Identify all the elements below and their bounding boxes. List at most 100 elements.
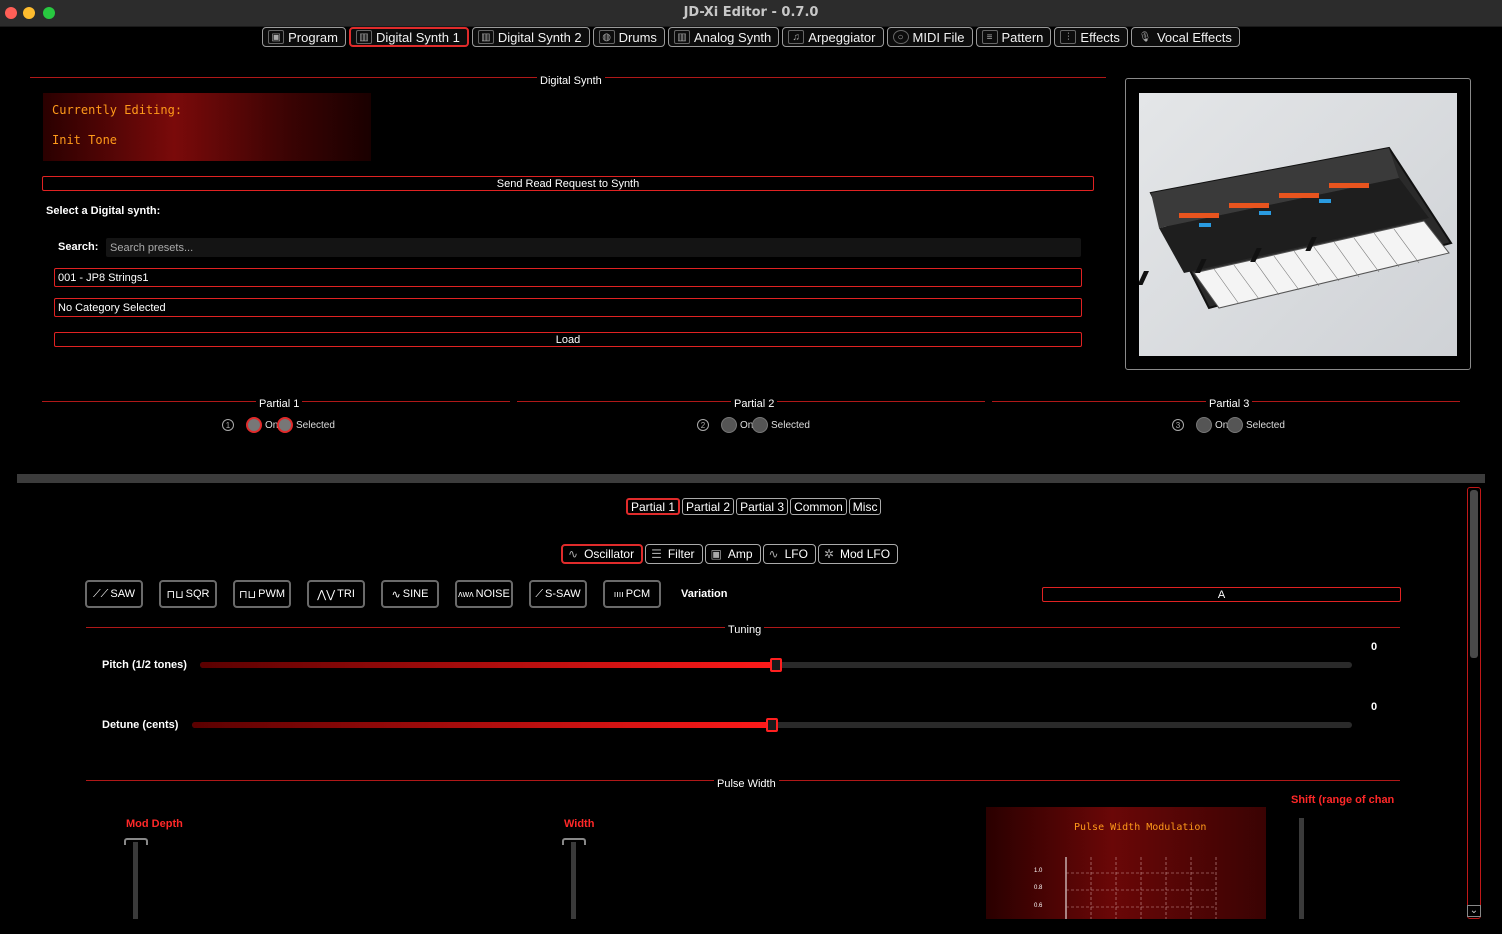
splitter-handle[interactable] bbox=[17, 474, 1485, 483]
title-bar: JD-Xi Editor - 0.7.0 bbox=[0, 0, 1502, 27]
scroll-down-arrow-icon[interactable]: ⌄ bbox=[1467, 905, 1481, 917]
shift-label: Shift (range of chan bbox=[1291, 794, 1395, 806]
tab-program[interactable]: ▣ Program bbox=[262, 27, 346, 47]
lcd-line-2: Init Tone bbox=[52, 133, 118, 147]
triangle-wave-button[interactable]: ⋀⋁ TRI bbox=[307, 580, 365, 608]
pulse-width-plot: Pulse Width Modulation 1.0 0.8 0.6 bbox=[986, 807, 1266, 919]
tab-partial-2[interactable]: Partial 2 bbox=[682, 498, 735, 515]
tab-common[interactable]: Common bbox=[790, 498, 847, 515]
noise-wave-button[interactable]: ᴧᴡᴧ NOISE bbox=[455, 580, 513, 608]
tab-effects[interactable]: ⫶ Effects bbox=[1054, 27, 1128, 47]
partial-3-selected-switch[interactable] bbox=[1227, 417, 1243, 433]
pitch-slider-handle[interactable] bbox=[770, 658, 782, 672]
variation-select[interactable]: A bbox=[1042, 587, 1401, 602]
lfo-icon: ∿ bbox=[768, 547, 779, 561]
detune-label: Detune (cents) bbox=[102, 719, 179, 731]
tab-vocal-effects[interactable]: 🎙︎ Vocal Effects bbox=[1130, 27, 1240, 47]
tab-partial-1[interactable]: Partial 1 bbox=[626, 498, 681, 515]
category-select[interactable]: No Category Selected bbox=[54, 298, 1082, 317]
supersaw-wave-button[interactable]: ⟋ S-SAW bbox=[529, 580, 587, 608]
partial-1-on-switch[interactable] bbox=[246, 417, 262, 433]
tab-amp[interactable]: ▣ Amp bbox=[704, 544, 761, 564]
triangle-wave-icon: ⋀⋁ bbox=[317, 588, 336, 601]
microphone-icon: 🎙︎ bbox=[1138, 31, 1152, 43]
lcd-display: Currently Editing: Init Tone bbox=[43, 93, 371, 161]
width-label: Width bbox=[564, 818, 595, 830]
pitch-slider-fill bbox=[200, 662, 776, 668]
pcm-wave-button[interactable]: ıııı PCM bbox=[603, 580, 661, 608]
mod-depth-slider-handle[interactable] bbox=[124, 838, 148, 845]
tab-pattern[interactable]: ≡ Pattern bbox=[975, 27, 1052, 47]
partial-3-selected-label: Selected bbox=[1246, 420, 1285, 431]
keyboard-icon: ▥ bbox=[673, 30, 690, 44]
saw-wave-icon: ⟋⟋ bbox=[92, 587, 109, 600]
pattern-icon: ≡ bbox=[981, 30, 998, 44]
section-title: Digital Synth bbox=[537, 75, 605, 87]
detune-slider-fill bbox=[192, 722, 772, 728]
keyboard-icon: ▥ bbox=[356, 30, 372, 44]
select-synth-label: Select a Digital synth: bbox=[46, 205, 161, 217]
tab-digital-synth-2[interactable]: ▥ Digital Synth 2 bbox=[471, 27, 590, 47]
partial-1-selected-switch[interactable] bbox=[277, 417, 293, 433]
detune-slider-handle[interactable] bbox=[766, 718, 778, 732]
jupiter-8-image bbox=[1137, 146, 1453, 310]
search-placeholder: Search presets... bbox=[110, 242, 194, 254]
tab-arpeggiator[interactable]: ♫ Arpeggiator bbox=[782, 27, 884, 47]
search-input[interactable]: Search presets... bbox=[106, 238, 1081, 257]
width-slider-handle[interactable] bbox=[562, 838, 586, 845]
load-button[interactable]: Load bbox=[54, 332, 1082, 347]
tab-analog-synth[interactable]: ▥ Analog Synth bbox=[667, 27, 780, 47]
send-read-request-button[interactable]: Send Read Request to Synth bbox=[42, 176, 1094, 191]
mod-depth-slider[interactable] bbox=[133, 842, 138, 919]
scrollbar-thumb[interactable] bbox=[1470, 490, 1478, 658]
mod-lfo-icon: ✲ bbox=[823, 547, 835, 561]
width-slider[interactable] bbox=[571, 842, 576, 919]
pitch-label: Pitch (1/2 tones) bbox=[102, 659, 187, 671]
partial-3-number-icon: 3 bbox=[1172, 419, 1184, 431]
saw-wave-button[interactable]: ⟋⟋ SAW bbox=[85, 580, 143, 608]
partial-2-number-icon: 2 bbox=[697, 419, 709, 431]
program-icon: ▣ bbox=[268, 30, 285, 44]
shift-slider[interactable] bbox=[1299, 818, 1304, 919]
filter-icon: ☰ bbox=[651, 547, 662, 561]
partial-2-title: Partial 2 bbox=[731, 398, 778, 410]
search-label: Search: bbox=[58, 241, 99, 253]
partial-tab-bar: Partial 1 Partial 2 Partial 3 Common Mis… bbox=[626, 498, 882, 515]
amp-icon: ▣ bbox=[710, 547, 722, 561]
square-wave-button[interactable]: ⊓⊔ SQR bbox=[159, 580, 217, 608]
tab-filter[interactable]: ☰ Filter bbox=[645, 544, 703, 564]
partial-3-on-switch[interactable] bbox=[1196, 417, 1212, 433]
preset-select[interactable]: 001 - JP8 Strings1 bbox=[54, 268, 1082, 287]
partial-3-title: Partial 3 bbox=[1206, 398, 1253, 410]
partial-1-title: Partial 1 bbox=[256, 398, 303, 410]
tab-lfo[interactable]: ∿ LFO bbox=[762, 544, 816, 564]
tab-mod-lfo[interactable]: ✲ Mod LFO bbox=[817, 544, 899, 564]
tab-midi-file[interactable]: ○ MIDI File bbox=[886, 27, 973, 47]
tuning-title: Tuning bbox=[725, 624, 765, 636]
detune-slider[interactable] bbox=[192, 718, 1352, 732]
sine-wave-button[interactable]: ∿ SINE bbox=[381, 580, 439, 608]
synth-image bbox=[1137, 93, 1457, 356]
waveform-button-group: ⟋⟋ SAW ⊓⊔ SQR ⊓⊔ PWM ⋀⋁ TRI ∿ SINE ᴧᴡᴧ NOISE ⟋… bbox=[85, 580, 661, 608]
partial-1-selected-label: Selected bbox=[296, 420, 335, 431]
tab-oscillator[interactable]: ∿ Oscillator bbox=[561, 544, 644, 564]
partial-2-on-switch[interactable] bbox=[721, 417, 737, 433]
sine-icon: ∿ bbox=[568, 547, 579, 561]
tab-misc[interactable]: Misc bbox=[848, 498, 882, 515]
music-note-icon: ♫ bbox=[788, 30, 805, 44]
module-tab-bar: ∿ Oscillator ☰ Filter ▣ Amp ∿ LFO ✲ Mod LFO bbox=[561, 544, 899, 564]
partial-2-selected-label: Selected bbox=[771, 420, 810, 431]
pitch-value: 0 bbox=[1371, 641, 1378, 653]
main-tab-bar: ▣ Program ▥ Digital Synth 1 ▥ Digital Synth… bbox=[0, 27, 1502, 51]
partial-2-selected-switch[interactable] bbox=[752, 417, 768, 433]
keyboard-icon: ▥ bbox=[477, 30, 494, 44]
variation-label: Variation bbox=[681, 588, 728, 600]
tab-digital-synth-1[interactable]: ▥ Digital Synth 1 bbox=[349, 27, 469, 47]
noise-wave-icon: ᴧᴡᴧ bbox=[458, 589, 474, 599]
tab-drums[interactable]: ◍ Drums bbox=[592, 27, 665, 47]
pitch-slider[interactable] bbox=[200, 658, 1352, 672]
drum-icon: ◍ bbox=[598, 30, 615, 44]
tab-partial-3[interactable]: Partial 3 bbox=[736, 498, 789, 515]
pcm-wave-icon: ıııı bbox=[613, 589, 624, 599]
pwm-wave-button[interactable]: ⊓⊔ PWM bbox=[233, 580, 291, 608]
